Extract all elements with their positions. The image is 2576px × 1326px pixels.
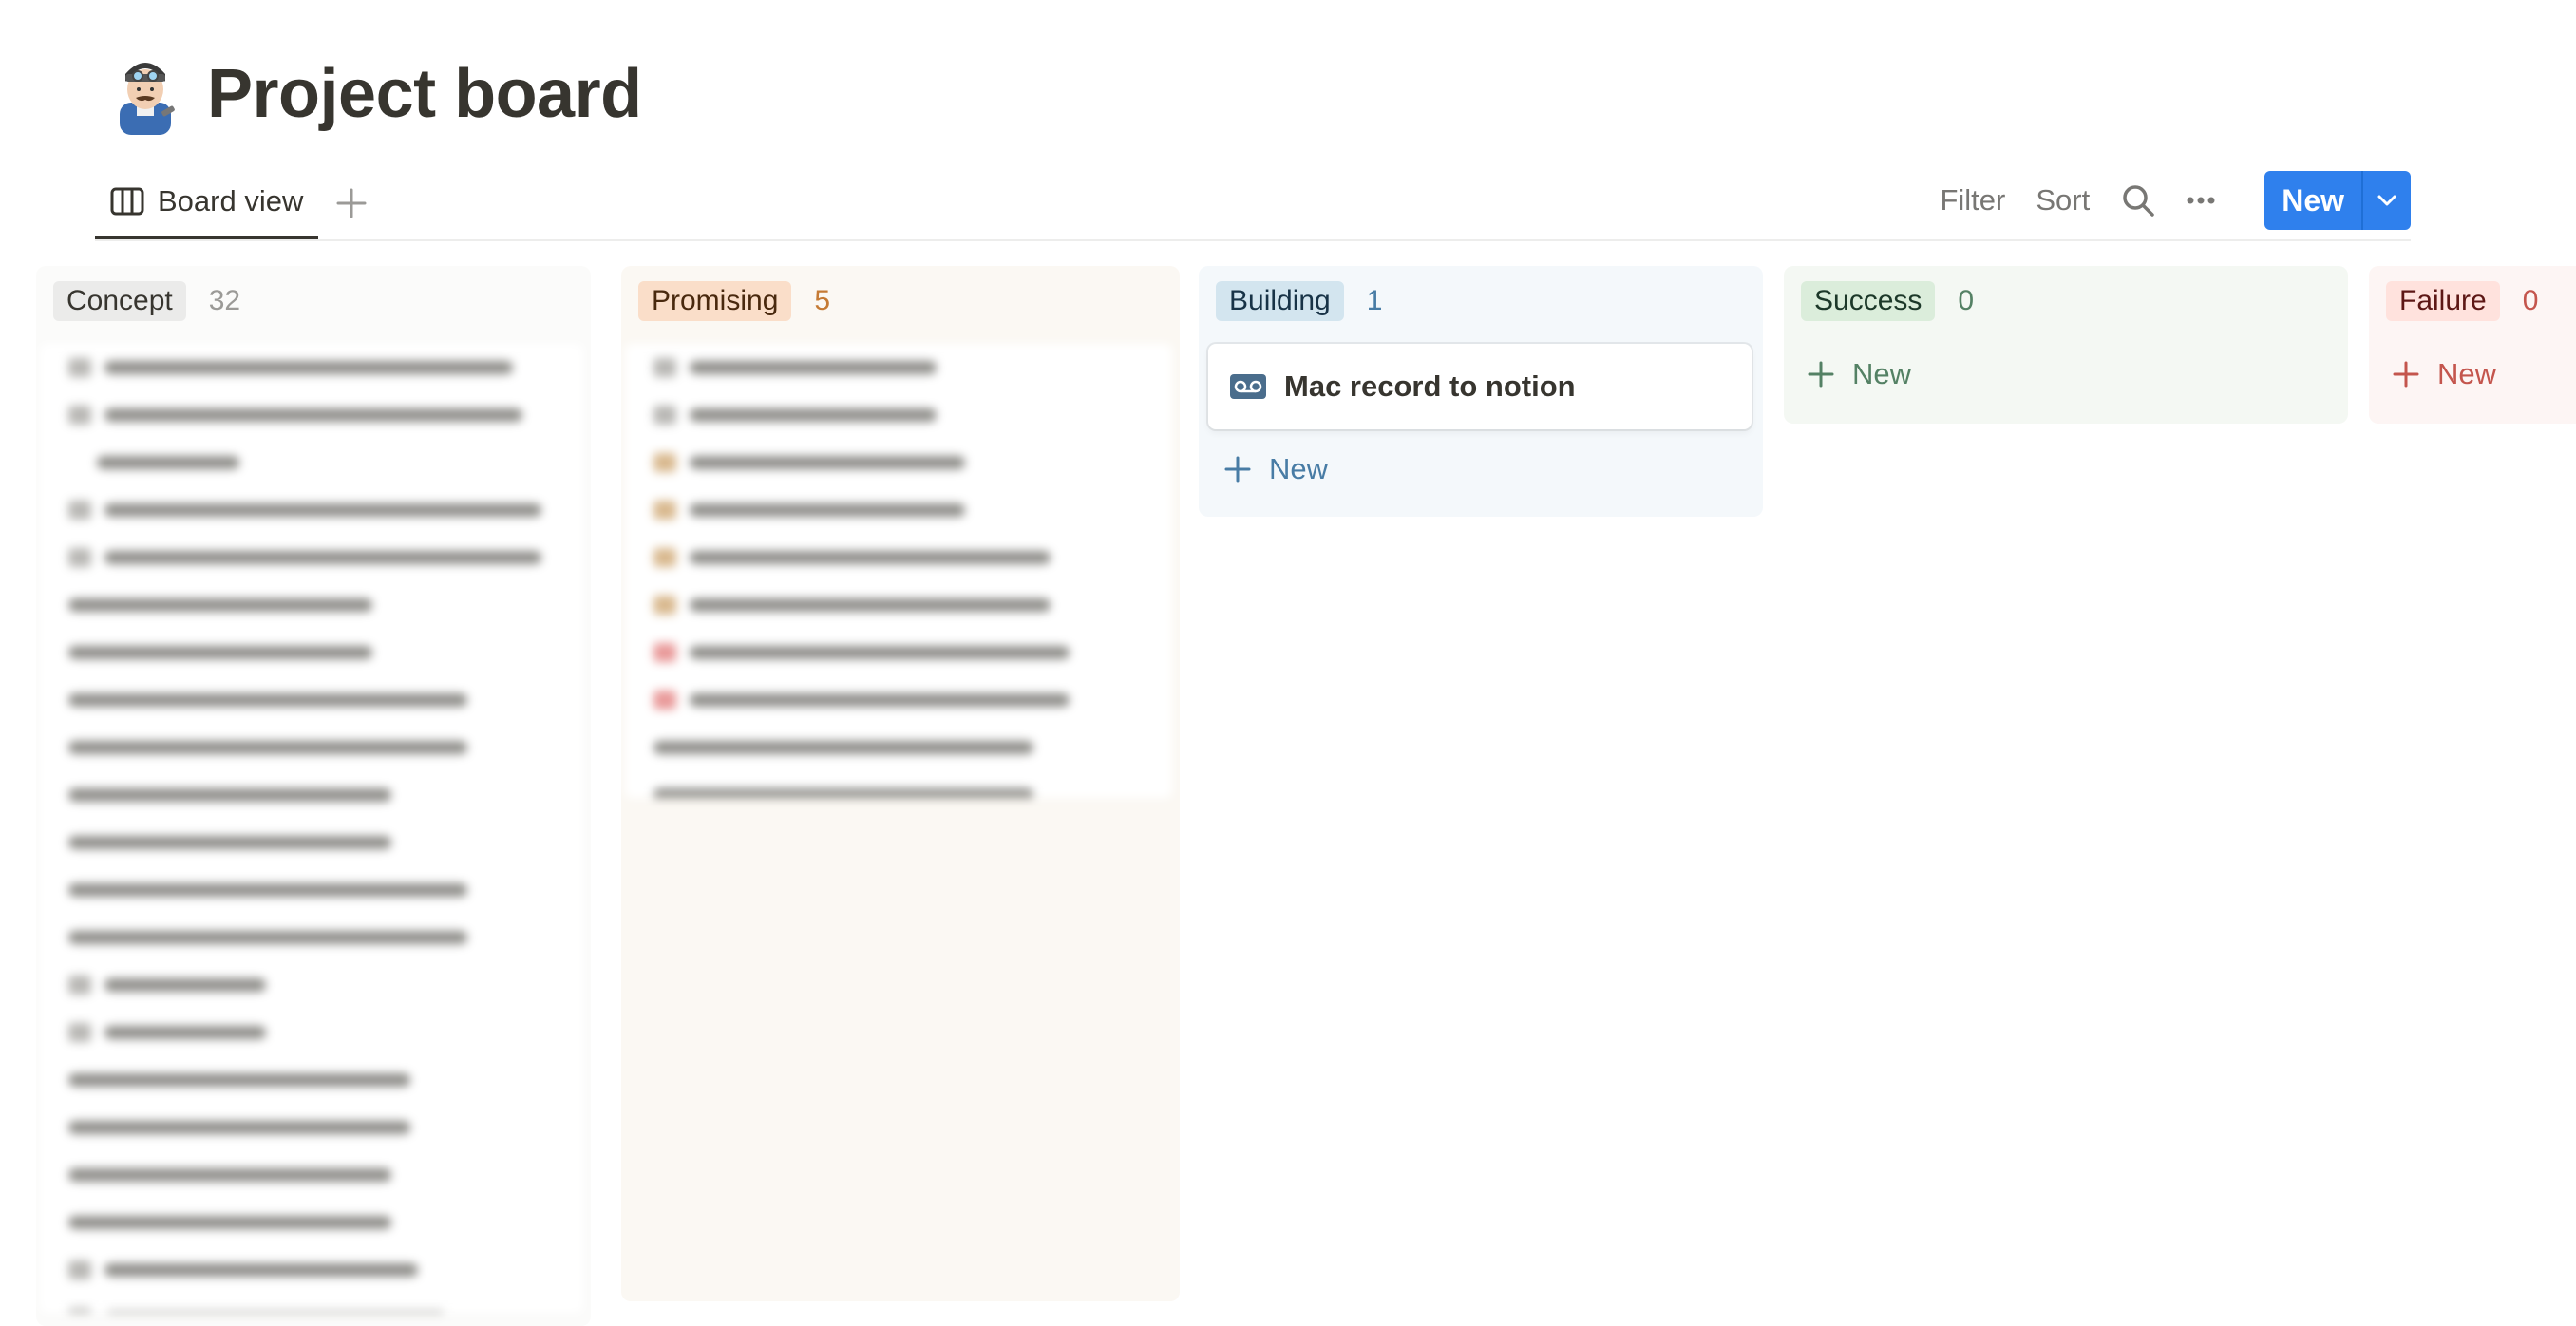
list-item xyxy=(40,914,583,961)
column-success: Success 0 New xyxy=(1784,266,2348,424)
list-item xyxy=(40,724,583,771)
list-item xyxy=(40,1246,583,1294)
status-badge: Failure xyxy=(2386,281,2500,321)
list-item xyxy=(40,1199,583,1246)
list-item xyxy=(40,1056,583,1104)
column-count: 0 xyxy=(1958,285,1975,316)
column-failure: Failure 0 New xyxy=(2369,266,2576,424)
list-item xyxy=(40,1294,583,1313)
add-card-label: New xyxy=(2437,357,2497,390)
page-header: Project board xyxy=(104,53,642,135)
status-badge: Building xyxy=(1216,281,1344,321)
list-item xyxy=(40,534,583,581)
list-item xyxy=(40,1151,583,1199)
status-badge: Promising xyxy=(638,281,792,321)
new-dropdown-button[interactable] xyxy=(2363,171,2411,230)
list-item xyxy=(40,439,583,486)
column-header[interactable]: Promising 5 xyxy=(638,279,830,323)
list-item xyxy=(625,534,1172,581)
list-item xyxy=(40,629,583,676)
status-badge: Success xyxy=(1801,281,1936,321)
list-item xyxy=(40,344,583,391)
status-badge: Concept xyxy=(53,281,186,321)
list-item xyxy=(625,486,1172,534)
chevron-down-icon xyxy=(2377,195,2396,206)
column-count: 32 xyxy=(208,285,241,316)
list-item xyxy=(625,676,1172,724)
column-count: 5 xyxy=(814,285,831,316)
add-card-label: New xyxy=(1852,357,1912,390)
more-options-icon[interactable] xyxy=(2183,182,2219,218)
column-concept: Concept 32 xyxy=(36,266,591,1326)
add-card-button[interactable]: New xyxy=(1807,357,1911,391)
tab-label: Board view xyxy=(158,184,304,218)
column-header[interactable]: Concept 32 xyxy=(53,279,240,323)
list-item xyxy=(625,581,1172,629)
add-card-button[interactable]: New xyxy=(1223,452,1328,486)
column-promising: Promising 5 xyxy=(621,266,1180,1301)
filter-button[interactable]: Filter xyxy=(1940,183,2005,218)
plus-icon xyxy=(1808,361,1834,388)
column-header[interactable]: Building 1 xyxy=(1216,279,1382,323)
list-item xyxy=(40,391,583,439)
list-item xyxy=(625,771,1172,798)
column-header[interactable]: Failure 0 xyxy=(2386,279,2538,323)
blurred-card-list xyxy=(40,344,583,1313)
sort-button[interactable]: Sort xyxy=(2036,183,2090,218)
voicemail-icon xyxy=(1230,374,1266,399)
search-icon[interactable] xyxy=(2120,182,2156,218)
column-count: 0 xyxy=(2522,285,2539,316)
list-item xyxy=(40,486,583,534)
add-view-icon[interactable] xyxy=(332,184,370,222)
add-card-button[interactable]: New xyxy=(2392,357,2496,391)
blurred-card-list xyxy=(625,344,1172,798)
board-view-icon xyxy=(110,187,144,216)
new-button[interactable]: New xyxy=(2264,171,2361,230)
list-item xyxy=(40,1104,583,1151)
list-item xyxy=(40,866,583,914)
list-item xyxy=(625,344,1172,391)
add-card-label: New xyxy=(1269,452,1329,485)
list-item xyxy=(40,676,583,724)
technologist-emoji-icon xyxy=(120,63,175,135)
column-header[interactable]: Success 0 xyxy=(1801,279,1974,323)
board-card[interactable]: Mac record to notion xyxy=(1208,344,1752,429)
plus-icon xyxy=(2393,361,2419,388)
list-item xyxy=(625,724,1172,771)
column-building: Building 1 Mac record to notion New xyxy=(1199,266,1763,517)
list-item xyxy=(625,629,1172,676)
plus-icon xyxy=(1224,456,1251,483)
list-item xyxy=(625,391,1172,439)
list-item xyxy=(40,819,583,866)
column-count: 1 xyxy=(1366,285,1383,316)
list-item xyxy=(40,771,583,819)
page-title: Project board xyxy=(207,56,642,132)
list-item xyxy=(40,581,583,629)
new-button-group: New xyxy=(2264,171,2411,230)
tab-board-view[interactable]: Board view xyxy=(95,167,319,239)
list-item xyxy=(40,1009,583,1056)
list-item xyxy=(625,439,1172,486)
toolbar-actions: Filter Sort New xyxy=(1940,171,2411,230)
card-title: Mac record to notion xyxy=(1284,369,1576,403)
view-toolbar: Board view Filter Sort New xyxy=(95,167,2411,241)
list-item xyxy=(40,961,583,1009)
